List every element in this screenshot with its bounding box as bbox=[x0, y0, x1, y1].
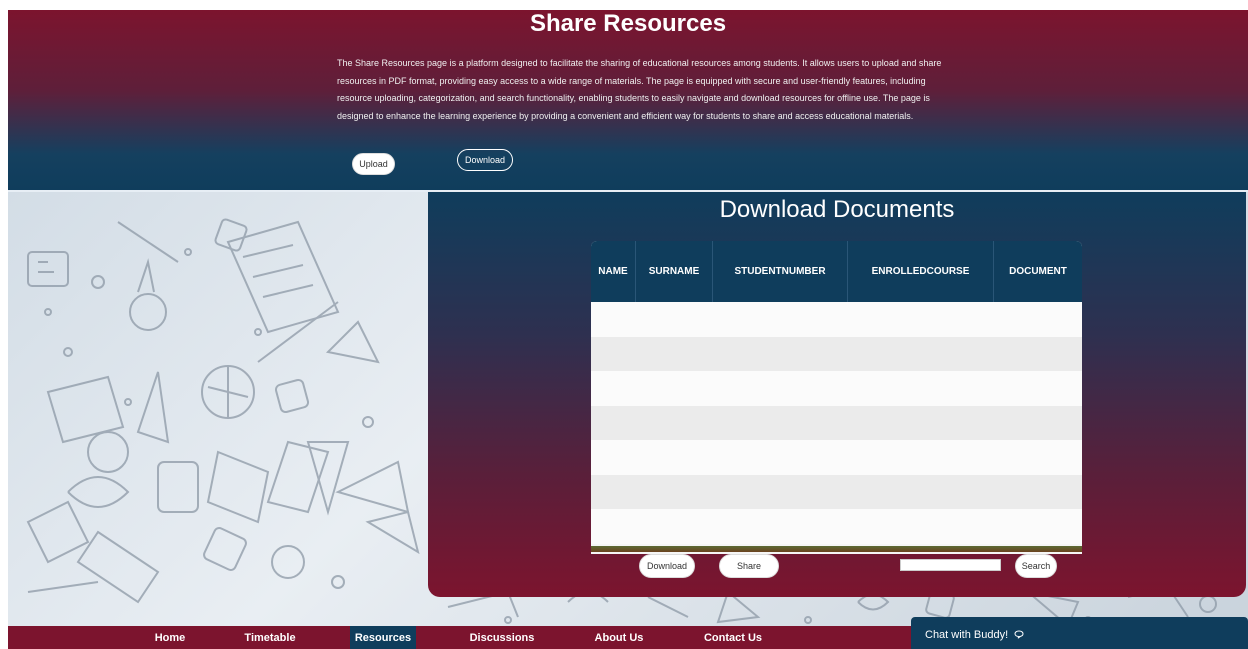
nav-item-resources[interactable]: Resources bbox=[350, 626, 416, 649]
download-documents-panel: Download Documents NAME SURNAME STUDENTN… bbox=[428, 192, 1246, 597]
search-button[interactable]: Search bbox=[1015, 554, 1057, 578]
documents-table: NAME SURNAME STUDENTNUMBER ENROLLEDCOURS… bbox=[591, 241, 1082, 554]
column-header-document: DOCUMENT bbox=[1009, 266, 1067, 277]
column-header-studentnumber: STUDENTNUMBER bbox=[713, 241, 848, 302]
table-row bbox=[591, 336, 1082, 371]
column-header-enrolledcourse: ENROLLEDCOURSE bbox=[848, 241, 994, 302]
table-footer-bar bbox=[591, 546, 1082, 552]
chat-label: Chat with Buddy! bbox=[925, 629, 1009, 641]
table-row bbox=[591, 509, 1082, 544]
chat-bubble-icon bbox=[1014, 630, 1024, 641]
download-tab-button[interactable]: Download bbox=[457, 149, 513, 171]
nav-item-contact-us[interactable]: Contact Us bbox=[696, 626, 770, 649]
page-description: The Share Resources page is a platform d… bbox=[337, 58, 942, 121]
table-row bbox=[591, 405, 1082, 440]
hero-section: Share Resources The Share Resources page… bbox=[8, 10, 1248, 190]
nav-item-home[interactable]: Home bbox=[147, 626, 193, 649]
nav-item-timetable[interactable]: Timetable bbox=[236, 626, 304, 649]
column-header-name: NAME bbox=[591, 241, 636, 302]
share-button[interactable]: Share bbox=[719, 554, 779, 578]
table-row bbox=[591, 302, 1082, 337]
column-header-surname: SURNAME bbox=[636, 241, 713, 302]
table-row bbox=[591, 440, 1082, 475]
search-input[interactable] bbox=[900, 559, 1001, 571]
nav-item-about-us[interactable]: About Us bbox=[587, 626, 651, 649]
chat-widget[interactable]: Chat with Buddy! bbox=[911, 617, 1248, 649]
table-header: NAME SURNAME STUDENTNUMBER ENROLLEDCOURS… bbox=[591, 241, 1082, 302]
nav-item-discussions[interactable]: Discussions bbox=[464, 626, 540, 649]
panel-title: Download Documents bbox=[719, 196, 955, 223]
page-title: Share Resources bbox=[529, 10, 727, 37]
download-button[interactable]: Download bbox=[639, 554, 695, 578]
table-body bbox=[591, 302, 1082, 544]
upload-button[interactable]: Upload bbox=[352, 153, 395, 175]
table-row bbox=[591, 474, 1082, 509]
table-row bbox=[591, 371, 1082, 406]
